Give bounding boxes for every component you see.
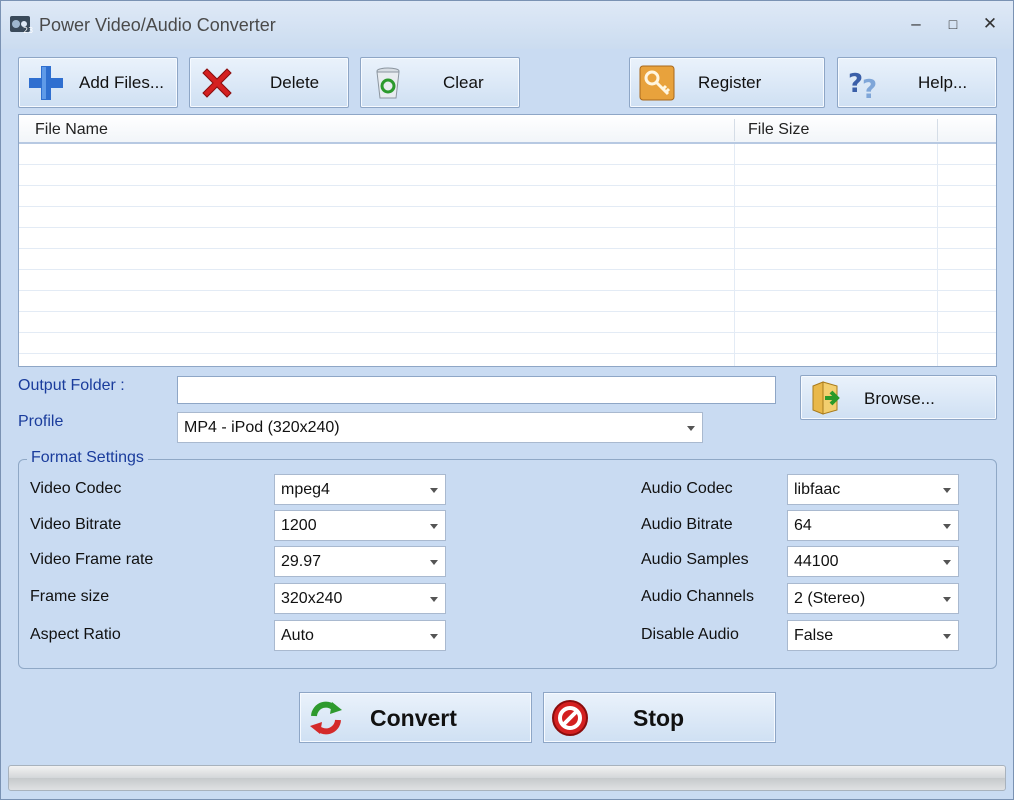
chevron-down-icon	[943, 488, 951, 493]
table-row	[19, 312, 996, 333]
recycle-bin-icon	[376, 67, 400, 99]
convert-refresh-icon	[310, 701, 342, 735]
convert-button[interactable]: Convert	[299, 692, 532, 743]
file-list[interactable]: File Name File Size	[18, 114, 997, 367]
title-bar: 23 Power Video/Audio Converter – □ ✕	[1, 1, 1013, 49]
chevron-down-icon	[943, 597, 951, 602]
svg-text:23: 23	[23, 26, 33, 35]
app-film-icon: 23	[10, 16, 33, 35]
svg-text:?: ?	[862, 75, 877, 102]
audio-channels-select[interactable]: 2 (Stereo)	[787, 583, 959, 614]
register-label: Register	[698, 73, 762, 92]
audio-samples-select[interactable]: 44100	[787, 546, 959, 577]
window-title: Power Video/Audio Converter	[39, 15, 276, 35]
audio-samples-value: 44100	[794, 553, 839, 570]
video-frame-rate-select[interactable]: 29.97	[274, 546, 446, 577]
table-row	[19, 144, 996, 165]
frame-size-value: 320x240	[281, 590, 343, 607]
column-divider[interactable]	[734, 119, 735, 141]
disable-audio-label: Disable Audio	[641, 626, 739, 643]
chevron-down-icon	[430, 488, 438, 493]
table-row	[19, 291, 996, 312]
stop-button[interactable]: Stop	[543, 692, 776, 743]
frame-size-select[interactable]: 320x240	[274, 583, 446, 614]
help-button[interactable]: ? ? Help...	[837, 57, 997, 108]
browse-button[interactable]: Browse...	[800, 375, 997, 420]
chevron-down-icon	[430, 597, 438, 602]
chevron-down-icon	[687, 426, 695, 431]
audio-bitrate-label: Audio Bitrate	[641, 516, 733, 533]
table-row	[19, 333, 996, 354]
clear-button[interactable]: Clear	[360, 57, 520, 108]
stop-icon	[552, 700, 588, 736]
video-bitrate-label: Video Bitrate	[30, 516, 122, 533]
profile-select[interactable]: MP4 - iPod (320x240)	[177, 412, 703, 443]
video-codec-label: Video Codec	[30, 480, 122, 497]
profile-label: Profile	[18, 413, 64, 430]
video-codec-value: mpeg4	[281, 481, 330, 498]
column-file-size[interactable]: File Size	[748, 121, 809, 139]
chevron-down-icon	[430, 560, 438, 565]
audio-channels-value: 2 (Stereo)	[794, 590, 866, 607]
audio-codec-value: libfaac	[794, 481, 841, 498]
stop-label: Stop	[633, 705, 685, 731]
file-list-header: File Name File Size	[19, 115, 996, 144]
maximize-button[interactable]: □	[940, 11, 966, 37]
aspect-ratio-value: Auto	[281, 627, 314, 644]
audio-channels-label: Audio Channels	[641, 588, 754, 605]
disable-audio-value: False	[794, 627, 834, 644]
conversion-progress-bar	[8, 765, 1006, 791]
video-frame-rate-value: 29.97	[281, 553, 322, 570]
help-label: Help...	[918, 73, 968, 92]
table-row	[19, 249, 996, 270]
close-button[interactable]: ✕	[977, 11, 1003, 37]
browse-label: Browse...	[864, 389, 935, 408]
delete-x-icon	[202, 68, 232, 98]
video-frame-rate-label: Video Frame rate	[30, 551, 154, 568]
minimize-button[interactable]: –	[903, 11, 929, 37]
profile-value: MP4 - iPod (320x240)	[184, 419, 340, 436]
aspect-ratio-select[interactable]: Auto	[274, 620, 446, 651]
audio-codec-select[interactable]: libfaac	[787, 474, 959, 505]
format-settings-title: Format Settings	[27, 449, 148, 467]
svg-text:?: ?	[848, 69, 863, 99]
table-row	[19, 186, 996, 207]
add-files-label: Add Files...	[79, 73, 165, 92]
video-bitrate-value: 1200	[281, 517, 317, 534]
audio-bitrate-value: 64	[794, 517, 812, 534]
audio-samples-label: Audio Samples	[641, 551, 749, 568]
chevron-down-icon	[430, 634, 438, 639]
help-question-icon: ? ?	[848, 69, 877, 102]
table-row	[19, 165, 996, 186]
chevron-down-icon	[943, 524, 951, 529]
frame-size-label: Frame size	[30, 588, 110, 605]
delete-button[interactable]: Delete	[189, 57, 349, 108]
audio-bitrate-select[interactable]: 64	[787, 510, 959, 541]
delete-label: Delete	[270, 73, 320, 92]
video-bitrate-select[interactable]: 1200	[274, 510, 446, 541]
register-button[interactable]: Register	[629, 57, 825, 108]
table-row	[19, 270, 996, 291]
output-folder-input[interactable]	[177, 376, 776, 404]
plus-icon	[29, 66, 63, 100]
chevron-down-icon	[430, 524, 438, 529]
disable-audio-select[interactable]: False	[787, 620, 959, 651]
table-row	[19, 207, 996, 228]
add-files-button[interactable]: Add Files...	[18, 57, 178, 108]
key-icon	[639, 65, 675, 101]
video-codec-select[interactable]: mpeg4	[274, 474, 446, 505]
chevron-down-icon	[943, 634, 951, 639]
audio-codec-label: Audio Codec	[641, 480, 733, 497]
main-window: 23 Power Video/Audio Converter – □ ✕ Add…	[0, 0, 1014, 800]
folder-arrow-icon	[812, 381, 840, 415]
clear-label: Clear	[443, 73, 484, 92]
convert-label: Convert	[370, 705, 457, 731]
column-file-name[interactable]: File Name	[35, 121, 108, 139]
output-folder-label: Output Folder :	[18, 377, 125, 394]
aspect-ratio-label: Aspect Ratio	[30, 626, 121, 643]
chevron-down-icon	[943, 560, 951, 565]
table-row	[19, 228, 996, 249]
column-divider[interactable]	[937, 119, 938, 141]
